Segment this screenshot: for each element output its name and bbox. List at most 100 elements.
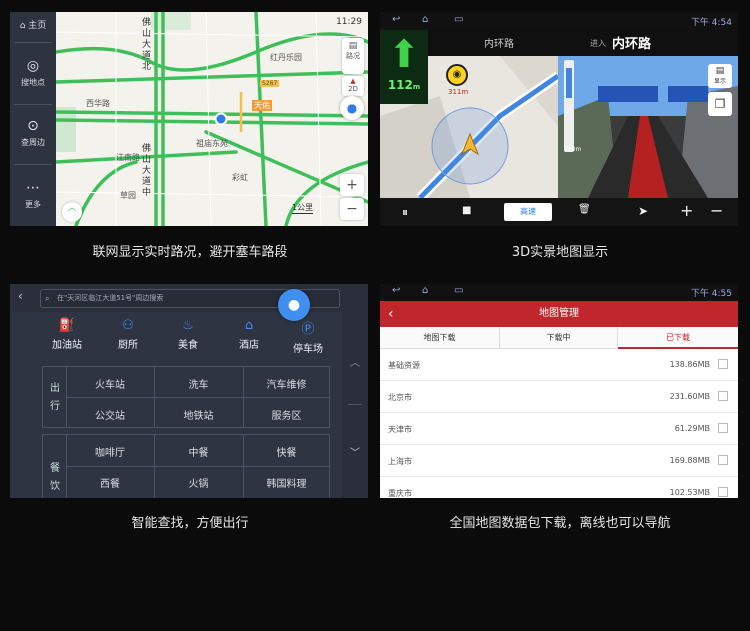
back-icon[interactable]: ↩	[392, 14, 400, 25]
wifi-icon: ◠	[68, 207, 76, 217]
location-pin-icon: ⊙	[27, 118, 39, 134]
sidebar-item-search[interactable]: ◎ 搜地点	[10, 58, 56, 88]
poi-car-repair[interactable]: 汽车维修	[243, 376, 330, 391]
sidebar-item-label: 搜地点	[21, 78, 45, 87]
sidebar-item-more[interactable]: ⋯ 更多	[10, 180, 56, 210]
recent-apps-icon[interactable]: ▭	[454, 285, 463, 296]
zoom-out-button[interactable]: −	[340, 198, 364, 220]
turn-distance: 112m	[380, 78, 428, 92]
view-mode-button[interactable]: ▲ 2D	[342, 76, 364, 96]
voice-search-button[interactable]: ●	[278, 289, 310, 321]
chevron-left-icon: ‹	[388, 306, 394, 322]
scroll-up-button[interactable]: ︿	[350, 354, 360, 369]
sidebar-item-label: 更多	[25, 200, 41, 209]
file-size: 138.86MB	[669, 360, 710, 369]
tab-map-download[interactable]: 地图下载	[380, 327, 499, 349]
home-icon: ⌂	[19, 21, 26, 31]
back-icon[interactable]: ↩	[392, 285, 400, 296]
select-checkbox[interactable]	[718, 423, 728, 433]
place-label-zumiao: 祖庙东苑	[196, 139, 228, 148]
place-label-gongyuan: 红丹乐园	[270, 53, 302, 62]
map-scale: 1公里	[292, 203, 314, 214]
poi-korean-food[interactable]: 韩国料理	[243, 475, 330, 490]
category-parking[interactable]: Ⓟ 停车场	[278, 318, 338, 355]
compass-icon: ▲	[350, 77, 356, 85]
place-label-jiangnan: 江南路	[116, 153, 140, 162]
stop-button[interactable]: ■	[462, 205, 471, 216]
voice-search-button[interactable]: ●	[340, 96, 364, 120]
status-bar: ↩ ⌂ ▭ 下午 4:55	[380, 284, 738, 301]
display-button[interactable]: ▤ 显示	[708, 64, 732, 88]
category-label: 停车场	[293, 344, 323, 355]
route-preference-button[interactable]: 高速	[504, 203, 552, 221]
status-bar: ↩ ⌂ ▭ 下午 4:54	[380, 12, 738, 30]
poi-fast-food[interactable]: 快餐	[243, 444, 330, 459]
poi-bus-stop[interactable]: 公交站	[66, 407, 154, 422]
back-button[interactable]: ‹	[388, 301, 394, 327]
recent-apps-icon[interactable]: ▭	[454, 14, 463, 25]
poi-car-wash[interactable]: 洗车	[154, 376, 243, 391]
tab-downloading[interactable]: 下载中	[499, 327, 618, 349]
divider	[66, 466, 330, 467]
category-hotel[interactable]: ⌂ 酒店	[219, 318, 279, 351]
layers-icon: ❐	[714, 97, 726, 111]
lane-distance-bar	[564, 60, 574, 152]
zoom-in-button[interactable]: +	[340, 174, 364, 196]
file-size: 231.60MB	[669, 392, 710, 401]
select-checkbox[interactable]	[718, 359, 728, 369]
search-icon: ⌕	[45, 294, 50, 303]
list-item[interactable]: 天津市 61.29MB	[380, 413, 738, 445]
view-mode-label: 2D	[348, 85, 358, 93]
sidebar-item-nearby[interactable]: ⊙ 查周边	[10, 118, 56, 148]
poi-train-station[interactable]: 火车站	[66, 376, 154, 391]
poi-chinese-food[interactable]: 中餐	[154, 444, 243, 459]
poi-cafe[interactable]: 咖啡厅	[66, 444, 154, 459]
tab-downloaded[interactable]: 已下载	[618, 327, 738, 349]
scroll-controls: ︿ ﹀	[342, 312, 368, 498]
zoom-out-button[interactable]: −	[710, 201, 723, 220]
list-item[interactable]: 重庆市 102.53MB	[380, 477, 738, 498]
sidebar: ⌂ 主页 ◎ 搜地点 ⊙ 查周边 ⋯ 更多	[10, 12, 56, 226]
poi-service-area[interactable]: 服务区	[243, 407, 330, 422]
back-button[interactable]: ‹	[18, 289, 23, 303]
list-item[interactable]: 北京市 231.60MB	[380, 381, 738, 413]
place-label-caoyuan: 草园	[120, 191, 136, 200]
locate-button[interactable]: ➤	[638, 204, 648, 218]
parking-icon: Ⓟ	[301, 322, 315, 337]
chevron-down-icon: ﹀	[350, 448, 360, 459]
turn-arrow-icon: ⬆	[388, 32, 420, 76]
sidebar-item-home[interactable]: ⌂ 主页	[10, 18, 56, 31]
poi-subway[interactable]: 地铁站	[154, 407, 243, 422]
category-gas-station[interactable]: ⛽ 加油站	[37, 318, 97, 351]
list-item[interactable]: 上海市 169.88MB	[380, 445, 738, 477]
divider	[348, 404, 362, 405]
road-label-foshan-middle: 佛山大道中	[142, 144, 152, 198]
poi-western-food[interactable]: 西餐	[66, 475, 154, 490]
category-restroom[interactable]: ⚇ 厨所	[98, 318, 158, 351]
group-title-travel: 出行	[50, 383, 60, 412]
select-checkbox[interactable]	[718, 487, 728, 497]
map-roads	[54, 12, 368, 226]
poi-hotpot[interactable]: 火锅	[154, 475, 243, 490]
select-checkbox[interactable]	[718, 391, 728, 401]
delete-button[interactable]: 🗑	[578, 204, 591, 215]
scroll-down-button[interactable]: ﹀	[350, 444, 360, 459]
zoom-in-button[interactable]: +	[680, 201, 693, 220]
divider	[66, 397, 330, 398]
category-food[interactable]: ♨ 美食	[158, 318, 218, 351]
traffic-icon: ▤	[348, 41, 358, 51]
traffic-toggle-button[interactable]: ▤ 路况	[342, 38, 364, 74]
camera-distance: 311m	[448, 88, 469, 96]
region-name: 北京市	[388, 393, 412, 402]
home-icon[interactable]: ⌂	[422, 14, 428, 25]
map-canvas[interactable]: 佛山大道北 佛山大道中 天佑 S267 西华路 祖庙东苑 红丹乐园 草园 彩虹 …	[54, 12, 368, 226]
list-item[interactable]: 基础资源 138.86MB	[380, 349, 738, 381]
pause-button[interactable]: ⏸	[402, 205, 408, 220]
layers-button[interactable]: ❐	[708, 92, 732, 116]
microphone-icon: ●	[346, 101, 358, 115]
current-road: 内环路	[484, 39, 514, 50]
divider	[14, 104, 52, 105]
home-icon[interactable]: ⌂	[422, 285, 428, 296]
select-checkbox[interactable]	[718, 455, 728, 465]
wifi-status-button[interactable]: ◠	[62, 202, 82, 222]
